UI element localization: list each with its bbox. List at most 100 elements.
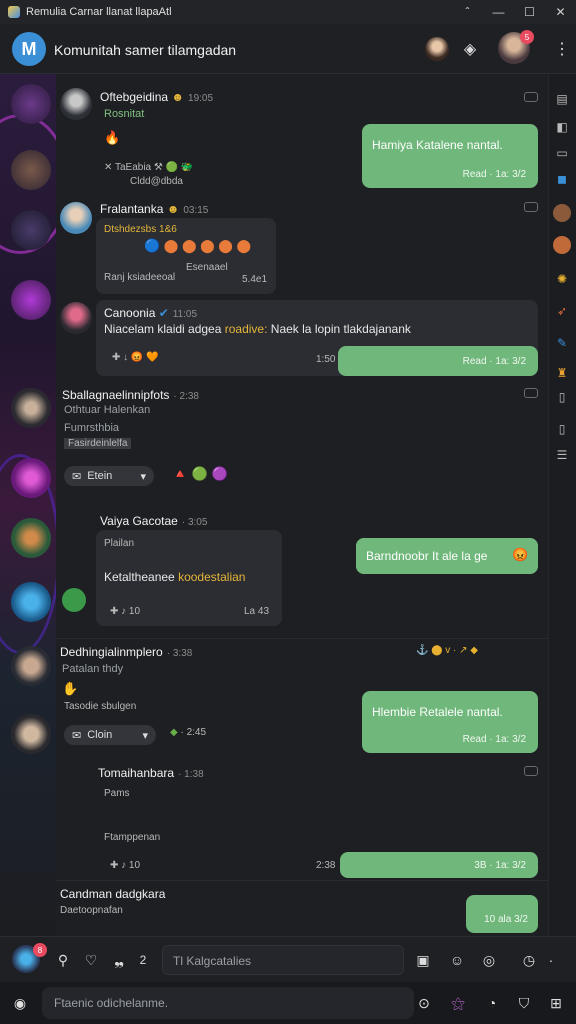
layout-icon[interactable]: ▤ xyxy=(553,90,571,108)
record-icon[interactable]: ⊙ xyxy=(414,993,434,1013)
message-line: Tasodie sbulgen xyxy=(64,701,137,712)
user-icon[interactable]: ⚲ xyxy=(54,951,72,969)
avatar[interactable] xyxy=(60,88,92,120)
message-input[interactable]: Tl Kalgcatalies xyxy=(162,945,404,975)
author-name: Fralantanka ☻ 03:15 xyxy=(100,202,209,216)
emoji-icon[interactable]: ☺ xyxy=(448,951,466,969)
author-name: Canoonia ✔ 11:05 xyxy=(104,306,198,320)
count: 2 xyxy=(139,953,147,967)
server-icon[interactable] xyxy=(11,84,51,124)
app-icon xyxy=(8,6,20,18)
avatar[interactable] xyxy=(60,202,92,234)
message-line: Daetoopnafan xyxy=(60,905,123,916)
server-icon[interactable] xyxy=(11,458,51,498)
server-icon[interactable] xyxy=(11,518,51,558)
own-message-bubble[interactable]: Read · 1a: 3/2 xyxy=(338,346,538,376)
sticker-icon[interactable]: ◎ xyxy=(480,951,498,969)
copy-icon[interactable] xyxy=(524,766,538,776)
author-name: Tomaihanbara · 1:38 xyxy=(98,766,204,780)
window-title: Remulia Carnar llanat llapaAtl xyxy=(26,6,172,18)
minimize-button[interactable]: — xyxy=(483,0,514,24)
message-line: Patalan thdy xyxy=(62,663,124,675)
message: Tomaihanbara · 1:38 Pams Ftamppenan ✚ ♪ 1… xyxy=(56,760,548,884)
copy-icon[interactable] xyxy=(524,202,538,212)
own-message-bubble[interactable]: Hamiya Katalene nantal. Read · 1a: 3/2 xyxy=(362,124,538,188)
status-avatar[interactable] xyxy=(62,588,86,612)
server-avatar[interactable]: M xyxy=(12,32,46,66)
own-message-bubble[interactable]: 3B · 1a: 3/2 xyxy=(340,852,538,878)
sparkle-icon[interactable]: ⚝ xyxy=(448,993,468,1013)
own-message-bubble[interactable]: Hlembie Retalele nantal. Read · 1a: 3/2 xyxy=(362,691,538,753)
server-icon[interactable] xyxy=(11,280,51,320)
message-actions[interactable]: ⚓ ⬤ v · ↗ ◆ xyxy=(416,645,478,656)
calendar-icon[interactable]: ▣ xyxy=(414,951,432,969)
shield-icon[interactable]: ⛉ xyxy=(514,993,534,1013)
reactions[interactable]: ✚ ♪ 10 xyxy=(110,860,140,871)
message-line: Fumrsthbia xyxy=(64,422,120,434)
own-message-bubble[interactable]: 10 ala 3/2 xyxy=(466,895,538,933)
more-vertical-icon[interactable]: ⋮ xyxy=(550,37,574,61)
server-icon[interactable] xyxy=(11,646,51,686)
server-icon[interactable] xyxy=(11,582,51,622)
collapse-button[interactable]: ˆ xyxy=(452,0,483,24)
app-shortcut-icon[interactable]: ◼ xyxy=(553,170,571,188)
fire-emoji: 🔥 xyxy=(104,130,121,145)
reaction-sub: Cldd@dbda xyxy=(130,176,183,187)
copy-icon[interactable] xyxy=(524,92,538,102)
app-logo-icon[interactable]: ◉ xyxy=(10,993,30,1013)
activity-icon[interactable]: ◔ xyxy=(482,993,502,1013)
reactions[interactable]: 🔺 🟢 🟣 xyxy=(172,466,228,482)
notification-icon[interactable]: ◈ xyxy=(458,37,482,61)
timestamp: 2:38 xyxy=(316,860,336,871)
server-icon[interactable] xyxy=(11,714,51,754)
message-bubble: Dtshdezsbs 1&6 🔵 ⬤ ⬤ ⬤ ⬤ ⬤ Esenaael Ranj… xyxy=(96,218,276,294)
trophy-icon[interactable]: ♜ xyxy=(553,364,571,382)
server-name[interactable]: Komunitah samer tilamgadan xyxy=(54,42,236,58)
sticker-icon[interactable]: ◧ xyxy=(553,118,571,136)
author-role: Rosnitat xyxy=(104,108,145,120)
read-status: 3B · 1a: 3/2 xyxy=(474,860,526,871)
server-icon[interactable] xyxy=(11,388,51,428)
sun-icon[interactable]: ✺ xyxy=(553,270,571,288)
avatar-shortcut[interactable] xyxy=(553,204,571,222)
rocket-icon[interactable]: ➶ xyxy=(553,302,571,320)
file-icon[interactable]: ▯ xyxy=(553,420,571,438)
server-icon[interactable] xyxy=(11,210,51,250)
user-avatar[interactable] xyxy=(425,37,449,61)
reactions[interactable]: ✚ ↓ 😡 🧡 xyxy=(112,352,159,363)
copy-icon[interactable] xyxy=(524,388,538,398)
read-status: Read · 1a: 3/2 xyxy=(462,169,526,180)
heart-icon[interactable]: ♡ xyxy=(82,951,100,969)
timestamp: La 43 xyxy=(244,606,270,617)
chat-area: Oftebgeidina ☻ 19:05 Rosnitat 🔥 ✕ TaEabia… xyxy=(56,74,548,936)
reaction-chip[interactable]: ✉ Cloin ▾ xyxy=(64,725,156,745)
own-message-text: Hamiya Katalene nantal. xyxy=(372,138,503,152)
maximize-button[interactable]: ☐ xyxy=(514,0,545,24)
emoji-row: 🔵 ⬤ ⬤ ⬤ ⬤ ⬤ xyxy=(144,238,251,253)
avatar[interactable] xyxy=(60,302,92,334)
more-icon[interactable]: · xyxy=(542,951,560,969)
reactions[interactable]: ◆ · 2:45 xyxy=(170,727,206,738)
message-bubble: Plailan Ketaltheanee koodestalian ✚ ♪ 10… xyxy=(96,530,282,626)
message: Candman dadgkara Daetoopnafan 10 ala 3/2 xyxy=(56,880,548,936)
list-icon[interactable]: ☰ xyxy=(553,446,571,464)
reaction-chip[interactable]: ✉ Etein ▾ xyxy=(64,466,154,486)
profile-badge: 5 xyxy=(520,30,534,44)
reactions[interactable]: ✕ TaEabia ⚒ 🟢 🐲 xyxy=(104,162,193,173)
pen-icon[interactable]: ✎ xyxy=(553,334,571,352)
message-line: Plailan xyxy=(104,538,135,549)
server-icon[interactable] xyxy=(11,150,51,190)
quote-icon[interactable]: ❠ xyxy=(110,951,128,969)
chat-icon[interactable]: ▭ xyxy=(553,144,571,162)
document-icon[interactable]: ▯ xyxy=(553,388,571,406)
reactions[interactable]: ✚ ♪ 10 xyxy=(110,606,140,617)
composer-bar: 8 ⚲ ♡ ❠ 2 Tl Kalgcatalies ▣ ☺ ◎ ◷ · xyxy=(0,936,576,982)
avatar-shortcut[interactable] xyxy=(553,236,571,254)
clock-icon[interactable]: ◷ xyxy=(520,951,538,969)
close-button[interactable]: ✕ xyxy=(545,0,576,24)
gift-icon[interactable]: ⊞ xyxy=(546,993,566,1013)
message-bubble: Canoonia ✔ 11:05 Niacelam klaidi adgea ro… xyxy=(96,300,538,376)
message: Sballagnaelinnipfots · 2:38 Othtuar Halen… xyxy=(56,382,548,574)
author-name: Sballagnaelinnipfots · 2:38 xyxy=(62,388,199,402)
search-input[interactable]: Ftaenic odichelanme. xyxy=(42,987,414,1019)
